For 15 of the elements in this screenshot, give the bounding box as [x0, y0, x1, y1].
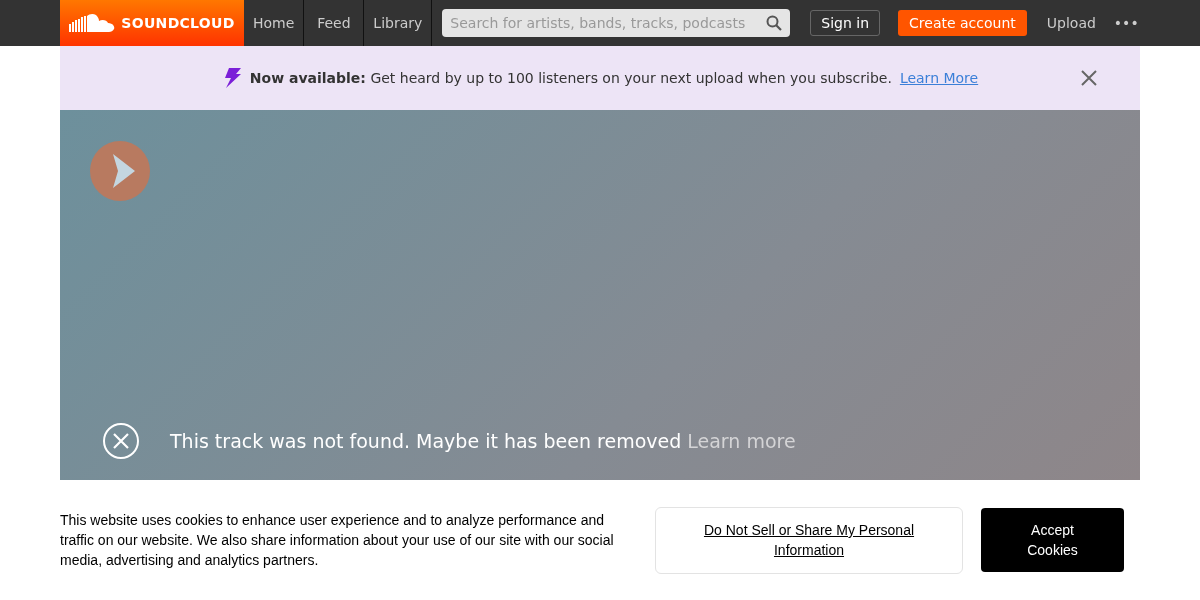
error-icon: [102, 422, 140, 460]
error-message: This track was not found. Maybe it has been removed: [170, 430, 682, 452]
accept-cookies-button[interactable]: Accept Cookies: [981, 508, 1124, 572]
play-button[interactable]: [90, 141, 150, 201]
do-not-sell-button[interactable]: Do Not Sell or Share My Personal Information: [655, 506, 963, 574]
sign-in-button[interactable]: Sign in: [810, 10, 881, 36]
banner-text: Now available: Get heard by up to 100 listeners on your next upload when you subscribe.: [249, 70, 892, 86]
more-button[interactable]: •••: [1109, 15, 1143, 31]
cookie-notice: This website uses cookies to enhance user experience and to analyze performance and traffic on our website. We also share information about your use of our site with our social media, advertising and analytics partners.: [60, 511, 615, 570]
cloud-icon: [69, 13, 116, 33]
play-icon: [111, 154, 135, 188]
close-icon[interactable]: [1081, 70, 1097, 86]
search-field[interactable]: Search for artists, bands, tracks, podcasts: [442, 9, 791, 37]
upload-link[interactable]: Upload: [1046, 15, 1096, 31]
search-icon: [766, 15, 783, 31]
